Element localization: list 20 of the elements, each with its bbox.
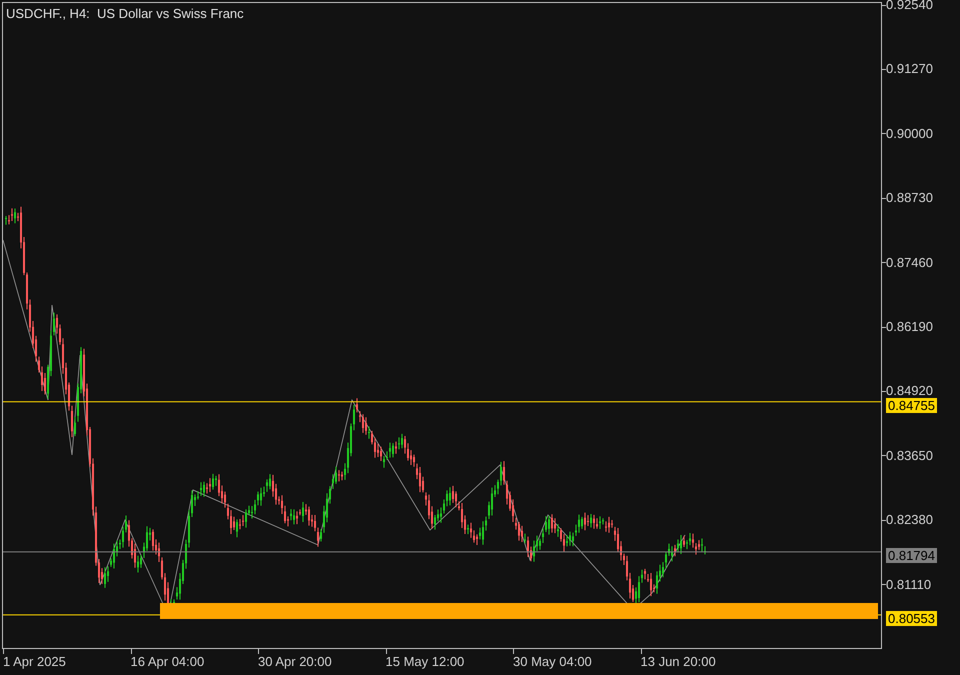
price-label: 0.92540 <box>886 0 933 11</box>
price-label: 0.84920 <box>886 385 933 398</box>
price-label: 0.86190 <box>886 321 933 333</box>
price-label: 0.82380 <box>886 514 933 526</box>
time-label: 1 Apr 2025 <box>3 654 66 670</box>
price-label: 0.91270 <box>886 63 933 76</box>
price-tag: 0.84755 <box>886 398 937 413</box>
time-label: 30 May 04:00 <box>513 654 592 670</box>
price-label: 0.87460 <box>886 256 933 269</box>
price-label: 0.90000 <box>886 128 933 140</box>
chart-title: USDCHF., H4: US Dollar vs Swiss Franc <box>6 5 244 23</box>
price-label: 0.88730 <box>886 192 933 204</box>
time-label: 30 Apr 20:00 <box>258 654 332 670</box>
price-tag: 0.81794 <box>886 548 937 563</box>
price-tag: 0.80553 <box>886 610 937 626</box>
price-label: 0.81110 <box>886 578 932 591</box>
time-label: 13 Jun 20:00 <box>640 654 716 670</box>
price-label: 0.83650 <box>886 450 933 462</box>
time-label: 15 May 12:00 <box>386 654 464 670</box>
time-label: 16 Apr 04:00 <box>130 654 204 670</box>
